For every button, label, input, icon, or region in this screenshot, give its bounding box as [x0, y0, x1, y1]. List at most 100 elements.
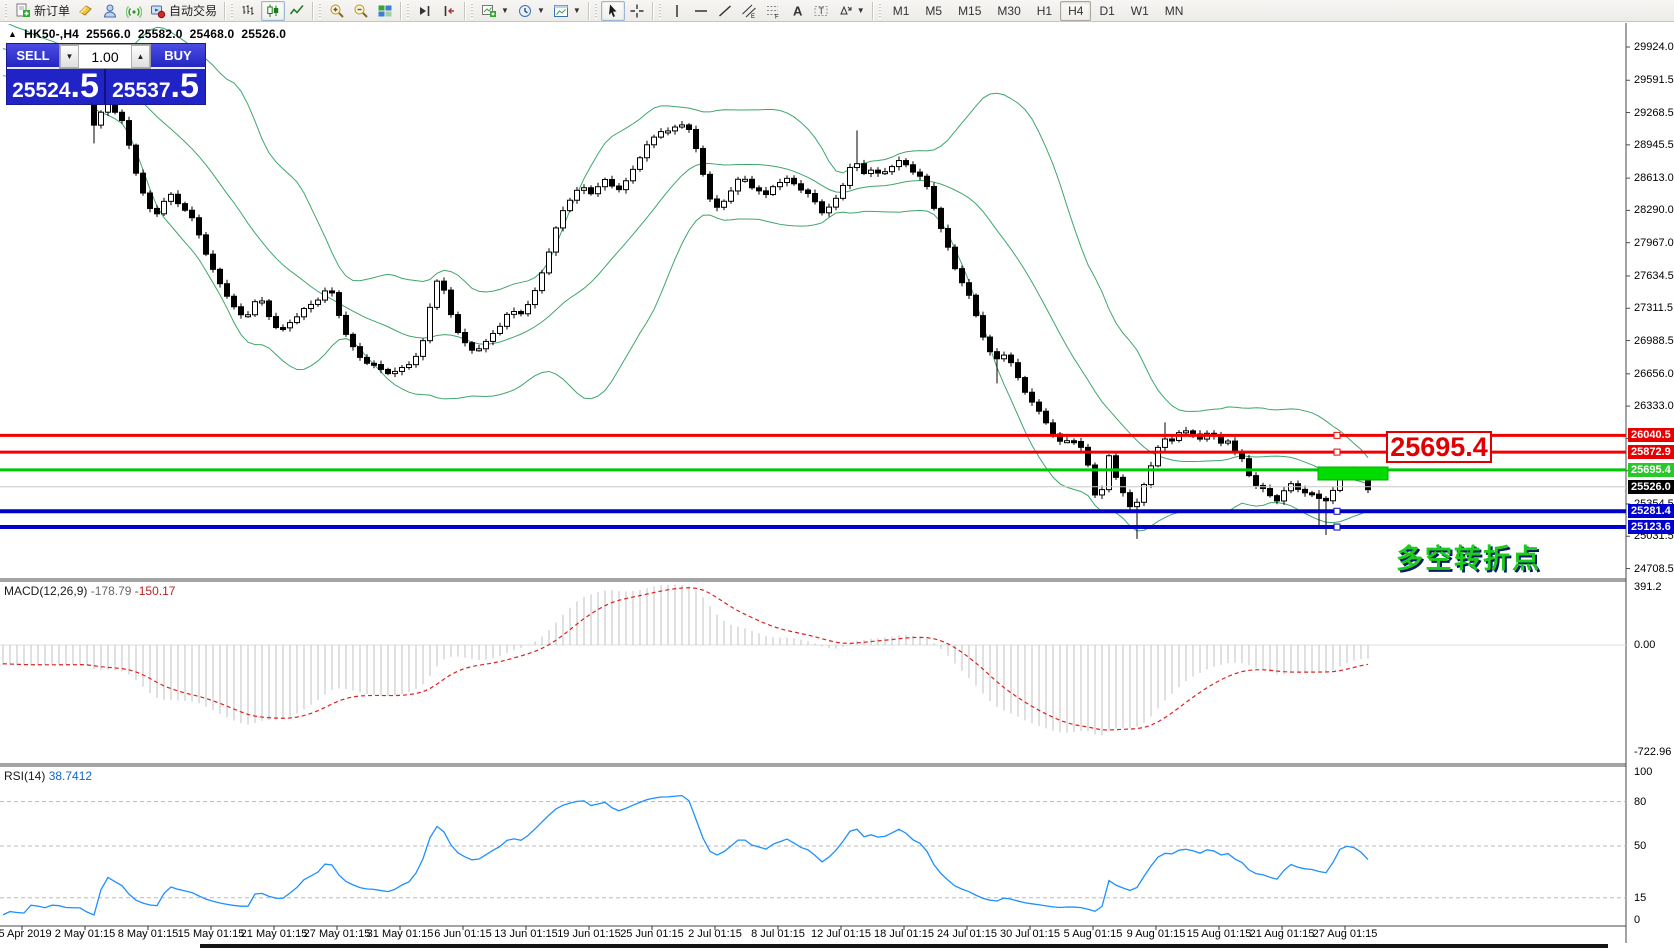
horizontal-line-button[interactable]: [689, 1, 713, 21]
price-tick-28290.0: 28290.0: [1634, 204, 1674, 216]
volume-input[interactable]: 1.00: [79, 45, 131, 68]
linechart-icon: [289, 3, 305, 19]
macd-tick--722.96: -722.96: [1634, 746, 1671, 758]
macd-tick-391.2: 391.2: [1634, 581, 1662, 593]
vertical-line-button[interactable]: [665, 1, 689, 21]
volume-down-button[interactable]: ▼: [60, 45, 79, 68]
autotrade-button[interactable]: 自动交易: [146, 1, 221, 21]
fibonacci-button[interactable]: F: [761, 1, 785, 21]
line-handle[interactable]: [1334, 508, 1340, 514]
macd-value-signal: -150.17: [135, 584, 176, 598]
price-tick-29924.0: 29924.0: [1634, 41, 1674, 53]
timeframe-m15[interactable]: M15: [950, 1, 989, 21]
text-label-button[interactable]: T: [809, 1, 833, 21]
line-chart-button[interactable]: [285, 1, 309, 21]
line-handle[interactable]: [1334, 449, 1340, 455]
buy-price-frac: .5: [171, 73, 199, 101]
stickers-button[interactable]: [74, 1, 98, 21]
time-label: 15 May 01:15: [178, 928, 245, 940]
bar-chart-button[interactable]: [237, 1, 261, 21]
periods-button[interactable]: ▼: [513, 1, 549, 21]
supply-zone-rect[interactable]: [1318, 467, 1388, 480]
line-handle[interactable]: [1334, 432, 1340, 438]
timeframe-m5[interactable]: M5: [917, 1, 950, 21]
toolbar-grip: [4, 3, 9, 19]
signals-button[interactable]: [122, 1, 146, 21]
toolbar-separator: [588, 2, 589, 20]
timeframe-d1[interactable]: D1: [1091, 1, 1122, 21]
price-tick-26988.5: 26988.5: [1634, 335, 1674, 347]
turning-point-annotation[interactable]: 多空转折点: [1396, 537, 1541, 576]
zoom-in-button[interactable]: [325, 1, 349, 21]
timeframe-h1[interactable]: H1: [1029, 1, 1060, 21]
svg-text:A: A: [793, 3, 803, 18]
new-order-button[interactable]: 新订单: [11, 1, 74, 21]
time-label: 15 Aug 01:15: [1187, 928, 1252, 940]
time-label: 9 Aug 01:15: [1127, 928, 1186, 940]
cursor-button[interactable]: [601, 1, 625, 21]
toolbar-grip: [406, 3, 411, 19]
zoom-out-button[interactable]: [349, 1, 373, 21]
time-label: 19 Jun 01:15: [557, 928, 621, 940]
price-tick-27967.0: 27967.0: [1634, 237, 1674, 249]
toolbar-grip: [594, 3, 599, 19]
time-label: 27 Aug 01:15: [1313, 928, 1378, 940]
autotrade-button-label: 自动交易: [169, 2, 217, 19]
timeframe-mn[interactable]: MN: [1157, 1, 1192, 21]
panel-collapse-arrow[interactable]: ▲: [8, 29, 17, 39]
tile-windows-button[interactable]: [373, 1, 397, 21]
price-tick-29268.5: 29268.5: [1634, 107, 1674, 119]
chart-shift-button[interactable]: [437, 1, 461, 21]
zoom-in-icon: [329, 3, 345, 19]
timeframe-w1[interactable]: W1: [1123, 1, 1157, 21]
buy-button[interactable]: BUY: [151, 44, 205, 69]
hline-icon: [693, 3, 709, 19]
rsi-tick-80: 80: [1634, 796, 1646, 808]
price-tick-28945.5: 28945.5: [1634, 139, 1674, 151]
text-button[interactable]: A: [785, 1, 809, 21]
tile-icon: [377, 3, 393, 19]
sell-button[interactable]: SELL: [7, 44, 59, 69]
time-label: 8 Jul 01:15: [751, 928, 805, 940]
channel-button[interactable]: E: [737, 1, 761, 21]
chart-window: ▲ HK50-,H4 25566.0 25582.0 25468.0 25526…: [0, 23, 1674, 949]
timeframe-h4[interactable]: H4: [1060, 1, 1091, 21]
price-tick-29591.5: 29591.5: [1634, 74, 1674, 86]
sell-price[interactable]: 25524 .5: [7, 69, 106, 104]
symbol-period-label: HK50-,H4: [24, 27, 79, 41]
price-tag-25526.0: 25526.0: [1628, 480, 1674, 494]
line-handle[interactable]: [1334, 524, 1340, 530]
new-chart-button[interactable]: ▼: [477, 1, 513, 21]
toolbar-grip: [318, 3, 323, 19]
stickers-icon: [78, 3, 94, 19]
toolbar-grip: [658, 3, 663, 19]
dropdown-caret-icon: ▼: [501, 6, 509, 15]
mt4-window: 新订单自动交易▼▼▼EFAT▼M1M5M15M30H1H4D1W1MN ▲ HK…: [0, 0, 1674, 949]
price-tag-26040.5: 26040.5: [1628, 428, 1674, 442]
svg-text:E: E: [751, 14, 755, 19]
auto-scroll-button[interactable]: [413, 1, 437, 21]
volume-up-button[interactable]: ▲: [131, 45, 150, 68]
macd-indicator-label: MACD(12,26,9) -178.79 -150.17: [4, 584, 175, 598]
shapes-button[interactable]: ▼: [833, 1, 869, 21]
templates-button[interactable]: ▼: [549, 1, 585, 21]
crosshair-button[interactable]: [625, 1, 649, 21]
chart-canvas[interactable]: [0, 23, 1674, 949]
buy-price[interactable]: 25537 .5: [106, 69, 205, 104]
price-callout-label[interactable]: 25695.4: [1386, 431, 1492, 463]
macd-value-main: -178.79: [91, 584, 132, 598]
price-tick-26333.0: 26333.0: [1634, 400, 1674, 412]
time-label: 5 Aug 01:15: [1064, 928, 1123, 940]
timeframe-m30[interactable]: M30: [989, 1, 1028, 21]
candlestick-button[interactable]: [261, 1, 285, 21]
channel-icon: E: [741, 3, 757, 19]
chart-scrollbar[interactable]: [200, 944, 1608, 948]
profile-icon: [102, 3, 118, 19]
label-icon: T: [813, 3, 829, 19]
trendline-button[interactable]: [713, 1, 737, 21]
toolbar-separator: [652, 2, 653, 20]
time-label: 12 Jul 01:15: [811, 928, 871, 940]
text-icon: A: [789, 3, 805, 19]
timeframe-m1[interactable]: M1: [885, 1, 918, 21]
profile-button[interactable]: [98, 1, 122, 21]
